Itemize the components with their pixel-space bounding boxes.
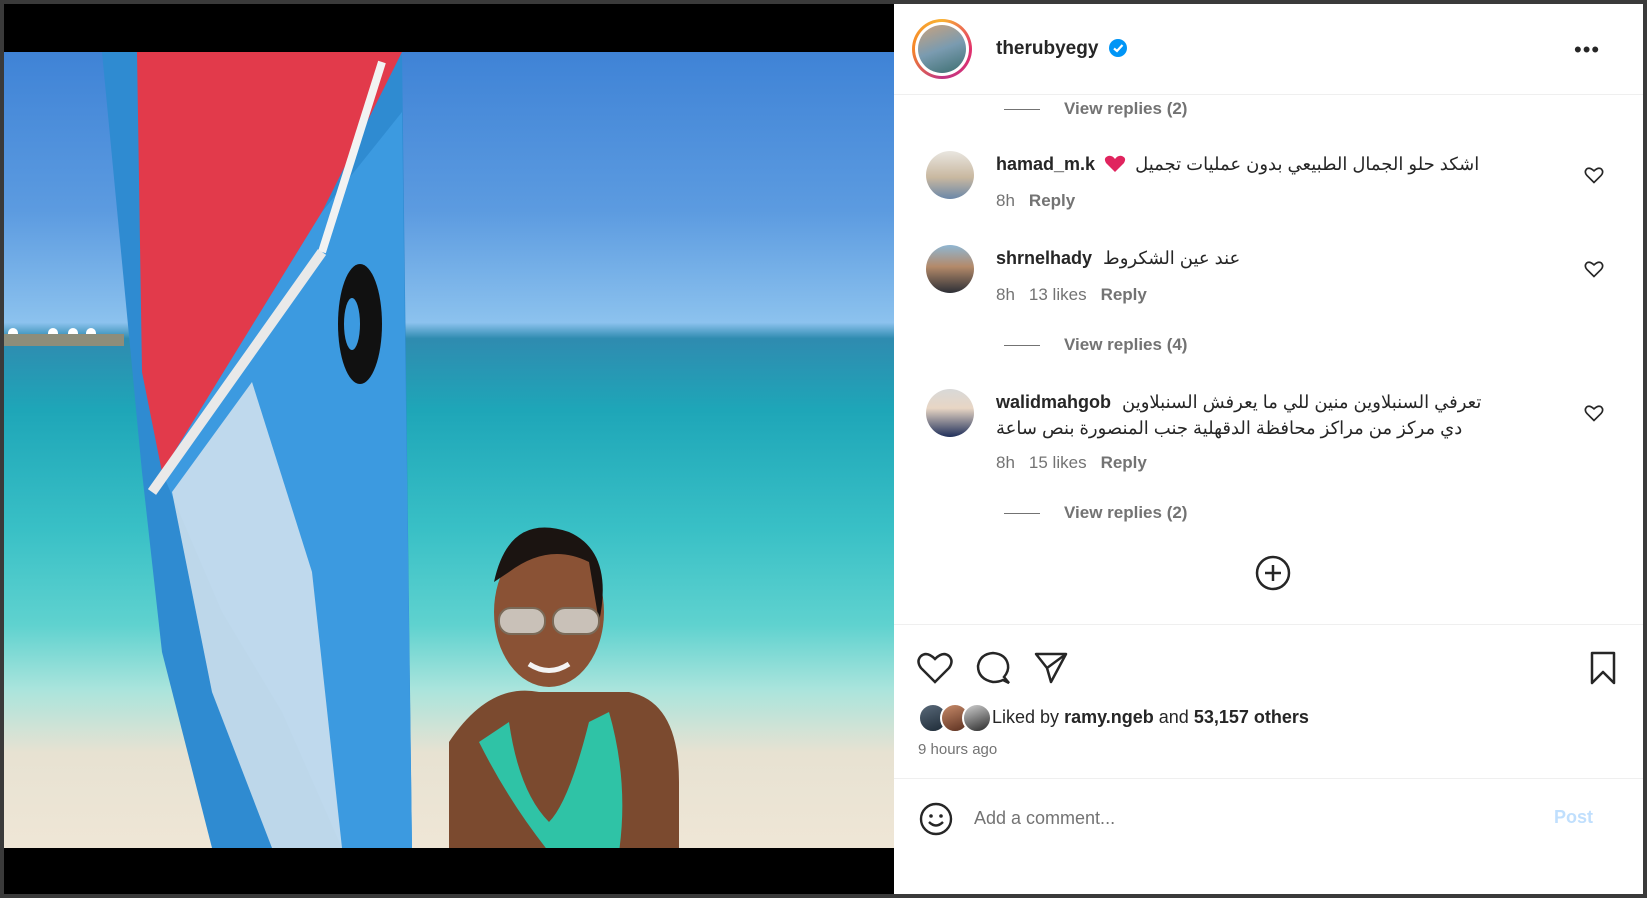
umbrella <box>48 328 58 334</box>
like-comment-heart-icon[interactable] <box>1584 165 1604 185</box>
add-comment-bar: Post <box>894 778 1643 859</box>
comment-text: تعرفي السنبلاوين منين للي ما يعرفش السنب… <box>1122 392 1482 412</box>
commenter-avatar[interactable] <box>926 245 974 293</box>
view-replies-button[interactable]: View replies (2) <box>1004 503 1187 523</box>
divider-line <box>1004 345 1040 347</box>
comment-time: 8h <box>996 453 1015 472</box>
emoji-smiley-icon[interactable] <box>918 801 954 837</box>
person <box>449 527 679 848</box>
comment-likes[interactable]: 13 likes <box>1029 285 1087 304</box>
comment-body: walidmahgob تعرفي السنبلاوين منين للي ما… <box>996 389 1556 441</box>
comment-body: hamad_m.k اشكد حلو الجمال الطبيعي بدون ع… <box>996 151 1479 177</box>
comment-text-continued: دي مركز من مراكز محافظة الدقهلية جنب الم… <box>996 418 1463 438</box>
author-avatar[interactable] <box>912 19 972 79</box>
comment-meta: 8h 13 likes Reply <box>996 285 1161 305</box>
post-photo <box>4 52 894 848</box>
post-actions: Liked by ramy.ngeb and 53,157 others 9 h… <box>894 624 1643 775</box>
commenter-username[interactable]: hamad_m.k <box>996 154 1095 174</box>
umbrella <box>86 328 96 334</box>
view-replies-button[interactable]: View replies (2) <box>1004 99 1187 119</box>
post-sidebar: therubyegy ••• View replies (2) hamad_m.… <box>894 4 1643 894</box>
comment-likes[interactable]: 15 likes <box>1029 453 1087 472</box>
comment-time: 8h <box>996 191 1015 210</box>
umbrella <box>8 328 18 334</box>
comment-meta: 8h 15 likes Reply <box>996 453 1161 473</box>
post-timestamp[interactable]: 9 hours ago <box>918 741 997 758</box>
view-replies-button[interactable]: View replies (4) <box>1004 335 1187 355</box>
liked-by-user-link[interactable]: ramy.ngeb <box>1064 707 1154 727</box>
liked-by-avatars[interactable] <box>918 703 992 733</box>
comment-bubble-icon[interactable] <box>974 649 1012 687</box>
like-comment-heart-icon[interactable] <box>1584 403 1604 423</box>
comment-body: shrnelhady عند عين الشكروط <box>996 245 1240 271</box>
liked-by-summary: Liked by ramy.ngeb and 53,157 others <box>992 707 1309 727</box>
commenter-avatar[interactable] <box>926 389 974 437</box>
comment-meta: 8h Reply <box>996 191 1089 211</box>
post-comment-button[interactable]: Post <box>1554 807 1593 828</box>
commenter-username[interactable]: shrnelhady <box>996 248 1092 268</box>
post-header: therubyegy ••• <box>894 4 1643 95</box>
more-options-icon[interactable]: ••• <box>1574 39 1600 61</box>
reply-button[interactable]: Reply <box>1101 453 1147 472</box>
like-heart-icon[interactable] <box>916 649 954 687</box>
like-comment-heart-icon[interactable] <box>1584 259 1604 279</box>
likes-count-link[interactable]: 53,157 others <box>1194 707 1309 727</box>
save-bookmark-icon[interactable] <box>1584 649 1622 687</box>
add-comment-input[interactable] <box>972 797 1536 839</box>
author-username[interactable]: therubyegy <box>996 38 1098 60</box>
red-heart-emoji-icon <box>1104 155 1126 172</box>
verified-badge-icon <box>1109 39 1127 57</box>
comment-text: اشكد حلو الجمال الطبيعي بدون عمليات تجمي… <box>1135 154 1480 174</box>
post-media[interactable] <box>4 4 894 894</box>
divider-line <box>1004 109 1040 111</box>
share-paper-plane-icon[interactable] <box>1032 649 1070 687</box>
reply-button[interactable]: Reply <box>1029 191 1075 210</box>
comment-time: 8h <box>996 285 1015 304</box>
windsurf-sail <box>102 52 412 848</box>
divider-line <box>1004 513 1040 515</box>
umbrella <box>68 328 78 334</box>
comment-text: عند عين الشكروط <box>1103 248 1241 268</box>
load-more-comments-icon[interactable] <box>1254 554 1292 592</box>
reply-button[interactable]: Reply <box>1101 285 1147 304</box>
post-modal: therubyegy ••• View replies (2) hamad_m.… <box>4 4 1643 894</box>
commenter-avatar[interactable] <box>926 151 974 199</box>
commenter-username[interactable]: walidmahgob <box>996 392 1111 412</box>
